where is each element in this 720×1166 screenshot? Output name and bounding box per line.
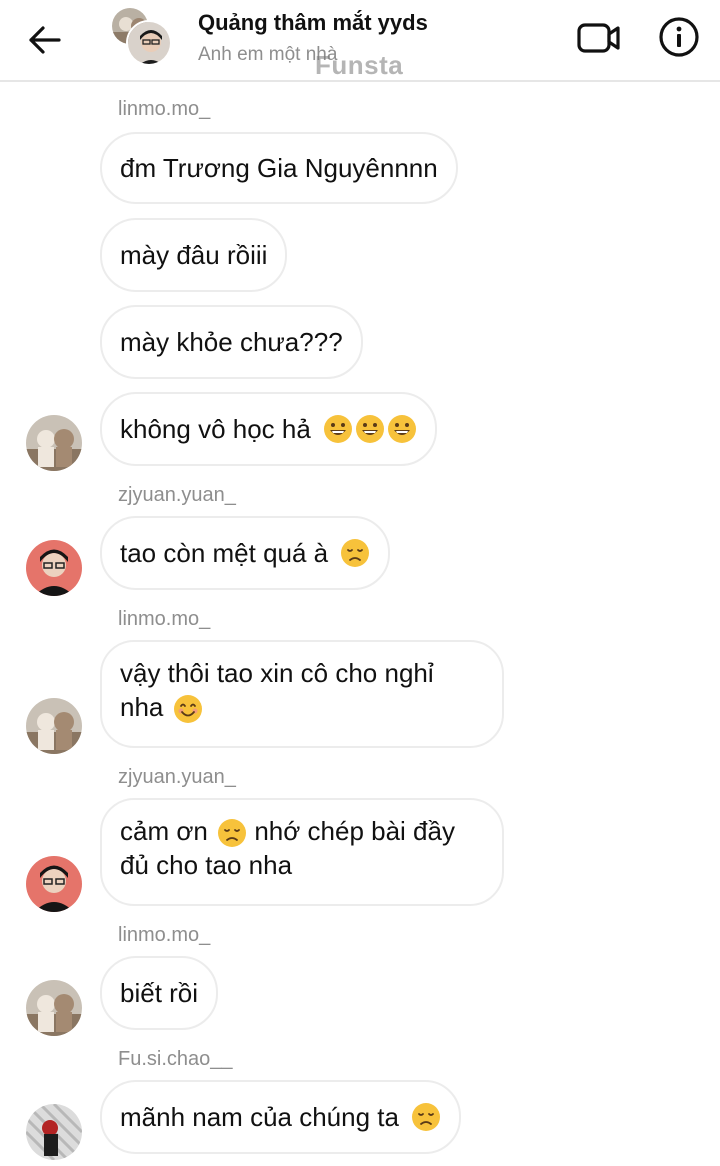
message-text: mày đâu rồiii [120, 240, 268, 270]
message-text: không vô học hả [120, 414, 311, 444]
sender-name: linmo.mo_ [118, 924, 211, 946]
video-call-button[interactable] [576, 18, 622, 58]
message-bubble[interactable]: cảm ơn nhớ chép bài đầy đủ cho tao nha [100, 798, 504, 906]
message-bubble[interactable]: đm Trương Gia Nguyênnnn [100, 132, 458, 204]
grinning-face-icon [387, 415, 416, 443]
message-text: đủ cho tao nha [120, 850, 293, 881]
message-text: nha [120, 692, 164, 722]
message-text: đm Trương Gia Nguyênnnn [120, 153, 438, 183]
message-bubble[interactable]: mày khỏe chưa??? [100, 305, 363, 379]
member-avatar [126, 20, 172, 66]
avatar[interactable] [26, 1104, 82, 1160]
sender-name: Fu.si.chao__ [118, 1048, 233, 1070]
avatar[interactable] [26, 698, 82, 754]
grinning-face-icon [355, 415, 384, 443]
info-button[interactable] [656, 14, 702, 60]
message-text: tao còn mệt quá à [120, 538, 329, 568]
disappointed-face-icon [411, 1103, 440, 1131]
avatar[interactable] [26, 540, 82, 596]
message-text: mãnh nam của chúng ta [120, 1102, 399, 1132]
message-text: nhớ chép bài đầy [254, 816, 455, 846]
disappointed-face-icon [218, 819, 247, 848]
avatar[interactable] [26, 856, 82, 912]
disappointed-face-icon [341, 539, 370, 567]
message-text: cảm ơn [120, 816, 208, 846]
chat-header: Quảng thâm mắt yyds Anh em một nhà Funst… [0, 0, 720, 82]
chat-title[interactable]: Quảng thâm mắt yyds [198, 10, 428, 36]
message-bubble[interactable]: mãnh nam của chúng ta [100, 1080, 461, 1154]
message-bubble[interactable]: vậy thôi tao xin cô cho nghỉ nha [100, 640, 504, 748]
sender-name: zjyuan.yuan_ [118, 766, 236, 788]
avatar[interactable] [26, 415, 82, 471]
message-bubble[interactable]: mày đâu rồiii [100, 218, 288, 292]
watermark: Funsta [315, 50, 404, 80]
smiling-face-icon [173, 695, 202, 724]
arrow-left-icon [29, 26, 61, 54]
message-bubble[interactable]: tao còn mệt quá à [100, 516, 391, 590]
info-icon [659, 17, 699, 57]
message-text: vậy thôi tao xin cô cho nghỉ [120, 658, 434, 688]
video-camera-icon [577, 23, 620, 53]
sender-name: zjyuan.yuan_ [118, 484, 236, 506]
grinning-face-icon [323, 415, 352, 443]
avatar[interactable] [26, 980, 82, 1036]
group-avatar[interactable] [110, 6, 172, 66]
message-text: mày khỏe chưa??? [120, 327, 343, 357]
back-button[interactable] [22, 18, 66, 62]
sender-name: linmo.mo_ [118, 98, 211, 120]
message-bubble[interactable]: biết rồi [100, 956, 219, 1030]
sender-name: linmo.mo_ [118, 608, 211, 630]
message-text: biết rồi [120, 978, 199, 1008]
message-bubble[interactable]: không vô học hả [100, 392, 437, 466]
message-list[interactable]: linmo.mo_ đm Trương Gia Nguyênnnn mày đâ… [0, 84, 720, 1166]
